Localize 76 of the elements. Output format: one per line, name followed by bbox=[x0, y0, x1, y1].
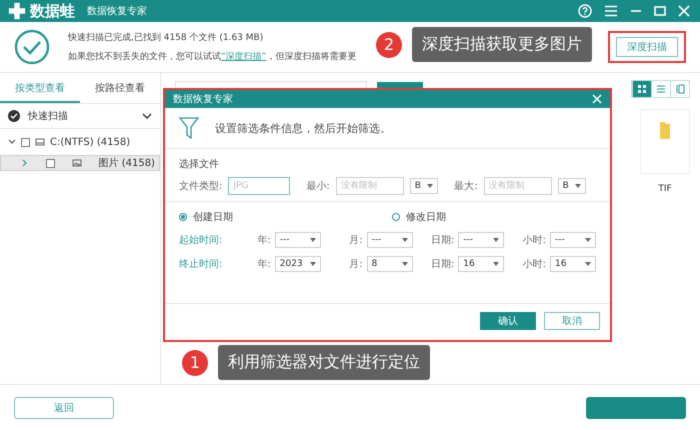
file-thumbnail[interactable] bbox=[640, 109, 690, 174]
dropdown-arrow-icon bbox=[493, 262, 500, 266]
cancel-button[interactable]: 取消 bbox=[544, 312, 600, 330]
dropdown-arrow-icon bbox=[402, 238, 408, 242]
dropdown-arrow-icon bbox=[585, 238, 591, 242]
time-dropdown[interactable]: 16 bbox=[550, 256, 596, 272]
image-icon bbox=[72, 159, 82, 167]
time-dropdown[interactable]: --- bbox=[366, 232, 412, 248]
step-number-badge: 2 bbox=[376, 32, 402, 58]
size-field[interactable]: 没有限制 bbox=[484, 177, 552, 195]
check-icon bbox=[8, 110, 20, 122]
deep-scan-link[interactable]: “深度扫描” bbox=[221, 52, 266, 62]
field-label: 月: bbox=[349, 234, 362, 247]
field-label: 文件类型: bbox=[179, 180, 222, 193]
dropdown-arrow-icon bbox=[310, 238, 316, 242]
dropdown-arrow-icon bbox=[427, 184, 434, 188]
check-circle-icon bbox=[14, 29, 50, 65]
time-dropdown[interactable]: --- bbox=[458, 232, 504, 248]
date-radio[interactable]: 修改日期 bbox=[392, 210, 446, 224]
cross-logo-icon bbox=[8, 2, 26, 20]
close-icon[interactable] bbox=[592, 94, 602, 104]
unit-dropdown[interactable]: B bbox=[410, 178, 438, 194]
grid-view-button[interactable] bbox=[632, 81, 651, 97]
dropdown-arrow-icon bbox=[575, 184, 581, 188]
field-label: 最小: bbox=[306, 180, 330, 193]
app-subtitle: 数据恢复专家 bbox=[87, 4, 147, 18]
size-field[interactable]: 没有限制 bbox=[336, 177, 404, 195]
callout-tooltip: 深度扫描获取更多图片 bbox=[412, 27, 592, 62]
time-dropdown[interactable]: 16 bbox=[458, 256, 504, 272]
checkbox[interactable] bbox=[21, 138, 30, 146]
confirm-button[interactable]: 确认 bbox=[480, 312, 536, 330]
field-label: 小时: bbox=[522, 258, 546, 271]
time-dropdown[interactable]: 2023 bbox=[274, 256, 321, 272]
time-dropdown[interactable]: 8 bbox=[366, 256, 412, 272]
unit-dropdown[interactable]: B bbox=[558, 178, 586, 194]
dropdown-arrow-icon bbox=[310, 262, 316, 266]
field-label: 日期: bbox=[430, 234, 454, 247]
field-label: 年: bbox=[257, 258, 271, 271]
app-logo: 数据蛙 bbox=[30, 2, 75, 20]
file-name: TIF bbox=[658, 184, 672, 194]
maximize-icon[interactable] bbox=[654, 6, 666, 16]
field-label: 日期: bbox=[430, 258, 454, 271]
time-dropdown[interactable]: --- bbox=[274, 232, 321, 248]
field-label: 月: bbox=[349, 258, 362, 271]
help-icon[interactable] bbox=[578, 4, 592, 18]
hint-text: 如果您找不到丢失的文件，您可以试试“深度扫描”，但深度扫描将需要更 bbox=[68, 50, 356, 63]
close-icon[interactable] bbox=[678, 5, 690, 17]
section-title: 选择文件 bbox=[179, 158, 220, 171]
dialog-heading: 设置筛选条件信息，然后开始筛选。 bbox=[215, 120, 391, 136]
action-button[interactable] bbox=[586, 396, 686, 418]
tree-item[interactable]: 图片 (4158) bbox=[0, 155, 160, 171]
dropdown-arrow-icon bbox=[402, 262, 408, 266]
field-label: 最大: bbox=[454, 180, 478, 193]
funnel-icon bbox=[179, 116, 199, 140]
step-number-badge: 1 bbox=[182, 350, 208, 376]
tree-item[interactable]: C:(NTFS) (4158) bbox=[0, 129, 160, 155]
menu-icon[interactable] bbox=[604, 5, 618, 17]
panel-icon bbox=[675, 84, 685, 94]
field-label: 年: bbox=[257, 234, 271, 247]
callout-tooltip: 利用筛选器对文件进行定位 bbox=[218, 345, 430, 380]
time-row-label: 终止时间: bbox=[179, 258, 224, 271]
minimize-icon[interactable] bbox=[630, 9, 642, 13]
grid-icon bbox=[637, 84, 647, 94]
field-label: 小时: bbox=[522, 234, 546, 247]
time-row-label: 起始时间: bbox=[179, 234, 224, 247]
list-icon bbox=[656, 84, 666, 94]
time-dropdown[interactable]: --- bbox=[550, 232, 596, 248]
scan-status-text: 快速扫描已完成,已找到 4158 个文件 (1.63 MB) bbox=[68, 32, 264, 44]
drive-icon bbox=[35, 138, 45, 146]
checkbox[interactable] bbox=[46, 158, 55, 168]
dropdown-arrow-icon bbox=[585, 262, 591, 266]
scan-dropdown[interactable]: 快速扫描 bbox=[0, 104, 160, 129]
dropdown-arrow-icon bbox=[493, 238, 500, 242]
folder-icon bbox=[659, 120, 671, 140]
date-radio[interactable]: 创建日期 bbox=[179, 210, 233, 224]
dialog-title: 数据恢复专家 bbox=[173, 92, 233, 106]
